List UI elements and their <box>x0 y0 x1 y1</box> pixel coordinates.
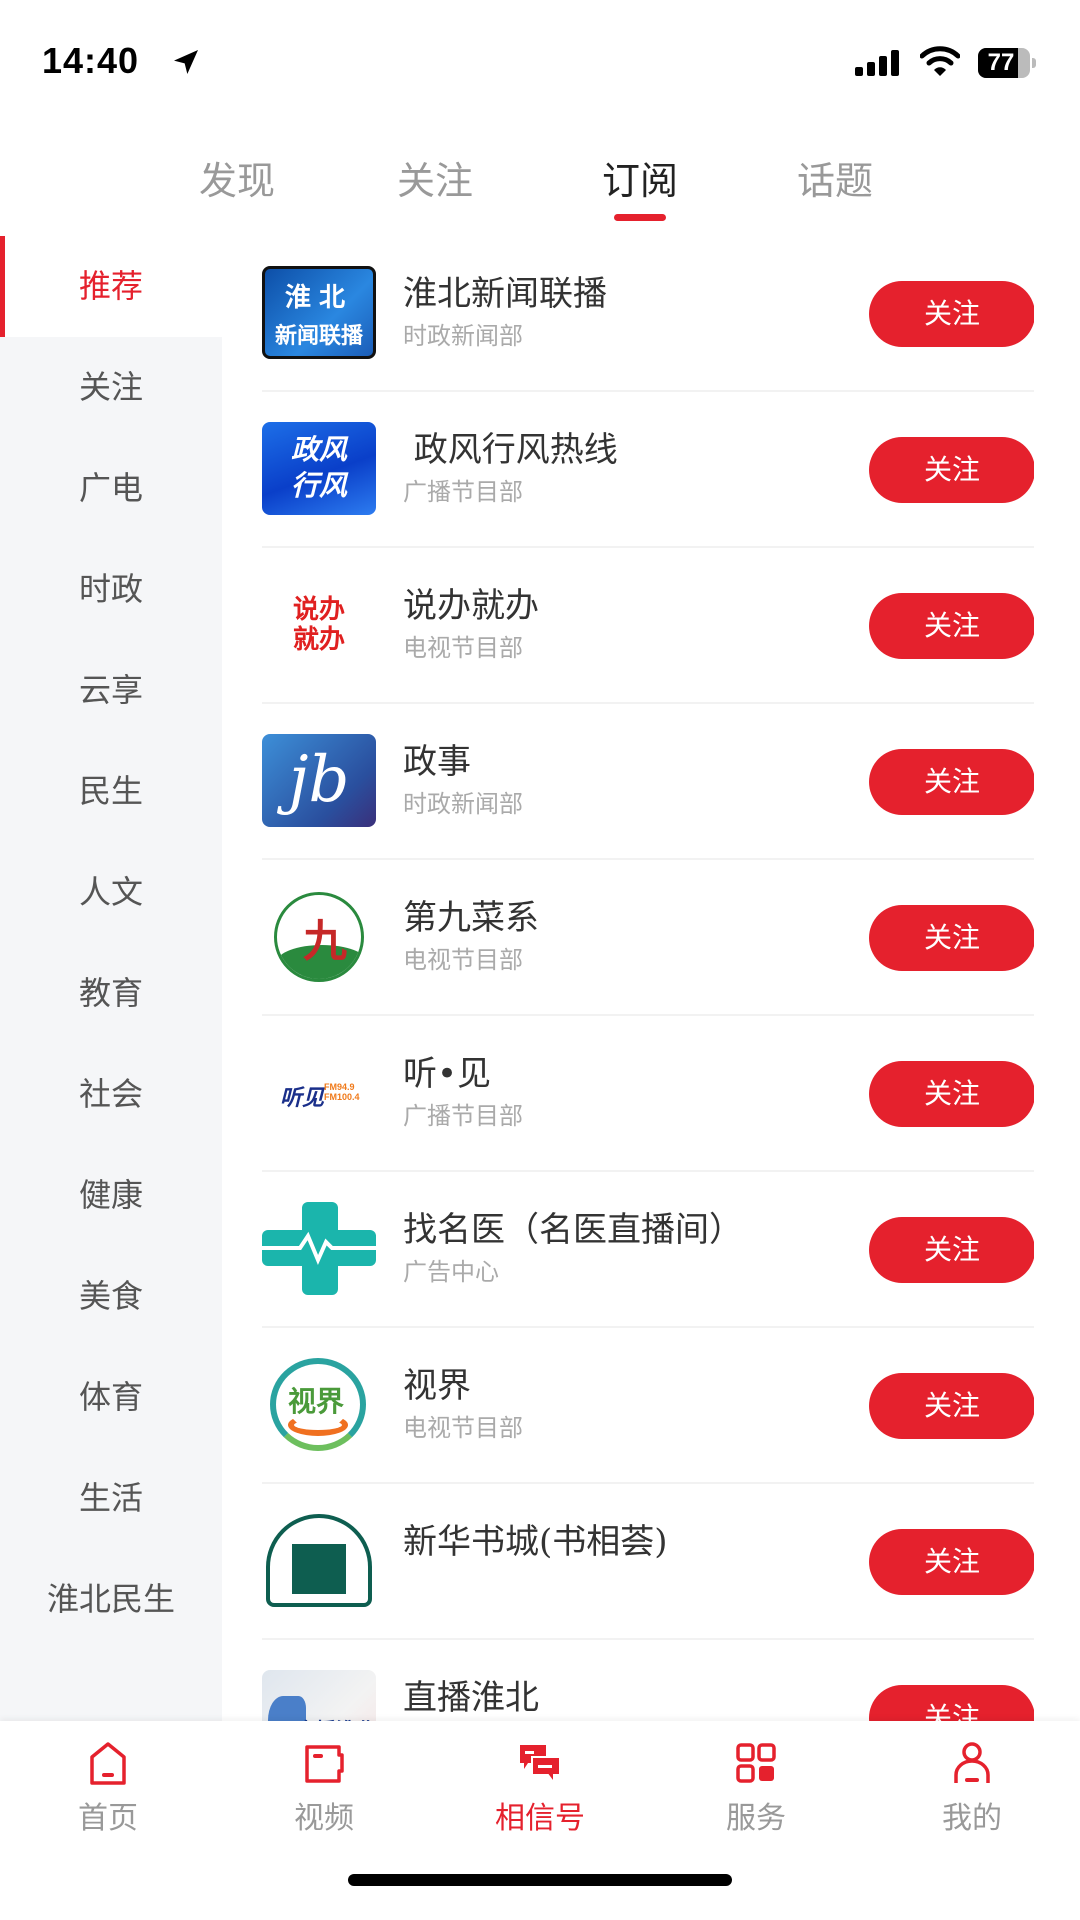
sidebar-item-following[interactable]: 关注 <box>0 337 222 438</box>
wifi-icon <box>920 46 960 76</box>
tabbar-services[interactable]: 服务 <box>648 1721 864 1841</box>
follow-button[interactable]: 关注 <box>869 437 1034 503</box>
follow-button[interactable]: 关注 <box>869 1061 1034 1127</box>
bottom-tab-bar: 首页 视频 相信号 服务 我的 <box>0 1721 1080 1920</box>
follow-button[interactable]: 关注 <box>869 1529 1034 1595</box>
account-department: 电视节目部 <box>403 946 523 974</box>
battery-indicator: 77 <box>978 48 1036 78</box>
follow-button[interactable]: 关注 <box>869 593 1034 659</box>
tabbar-video[interactable]: 视频 <box>216 1721 432 1841</box>
home-icon <box>90 1742 126 1785</box>
account-department: 广播节目部 <box>403 1102 523 1130</box>
follow-button[interactable]: 关注 <box>869 905 1034 971</box>
follow-button[interactable]: 关注 <box>869 281 1034 347</box>
account-department: 电视节目部 <box>403 1414 523 1442</box>
account-title: 说办就办 <box>403 586 539 626</box>
sidebar-item-life[interactable]: 生活 <box>0 1448 222 1549</box>
location-arrow-icon <box>174 50 198 74</box>
sidebar-item-cloud[interactable]: 云享 <box>0 640 222 741</box>
tabbar-home[interactable]: 首页 <box>0 1721 216 1841</box>
tab-discover[interactable]: 发现 <box>167 150 307 205</box>
follow-button[interactable]: 关注 <box>869 1685 1034 1721</box>
huaibei-news-logo: 淮北 新闻联播 <box>262 266 376 359</box>
tab-subscribe[interactable]: 订阅 <box>570 150 710 205</box>
account-title: 第九菜系 <box>403 898 539 938</box>
list-item[interactable]: 直播淮北 直播淮北 关注 <box>262 1640 1034 1721</box>
sidebar-item-humanities[interactable]: 人文 <box>0 842 222 943</box>
home-indicator[interactable] <box>348 1874 732 1886</box>
cellular-signal-icon <box>855 50 899 76</box>
list-item[interactable]: 新华书城(书相荟) 关注 <box>262 1484 1034 1640</box>
list-item[interactable]: 九 第九菜系 电视节目部 关注 <box>262 860 1034 1016</box>
account-list: 淮北 新闻联播 淮北新闻联播 时政新闻部 关注 政风 行风 政风行风热线 广播节… <box>262 236 1034 1721</box>
follow-button[interactable]: 关注 <box>869 1217 1034 1283</box>
account-department: 广播节目部 <box>403 478 523 506</box>
account-department: 时政新闻部 <box>403 322 523 350</box>
account-title: 直播淮北 <box>403 1678 539 1718</box>
account-title: 淮北新闻联播 <box>403 274 607 314</box>
account-title: 找名医（名医直播间） <box>403 1210 743 1250</box>
sidebar-item-education[interactable]: 教育 <box>0 943 222 1044</box>
shijie-logo: 视界 <box>262 1358 376 1451</box>
live-huaibei-logo: 直播淮北 <box>262 1670 376 1721</box>
xinhua-bookstore-logo <box>262 1514 376 1607</box>
zhengfeng-logo: 政风 行风 <box>262 422 376 515</box>
sidebar-item-huaibei-livelihood[interactable]: 淮北民生 <box>0 1549 222 1650</box>
chat-icon <box>520 1745 561 1785</box>
tabbar-me[interactable]: 我的 <box>864 1721 1080 1841</box>
sidebar-item-food[interactable]: 美食 <box>0 1246 222 1347</box>
account-title: 视界 <box>403 1366 471 1406</box>
top-tabs: 发现 关注 订阅 话题 <box>0 140 1080 230</box>
active-tab-indicator <box>614 214 666 221</box>
list-item[interactable]: 视界 视界 电视节目部 关注 <box>262 1328 1034 1484</box>
ninth-cuisine-logo: 九 <box>262 890 376 983</box>
sidebar-item-politics[interactable]: 时政 <box>0 539 222 640</box>
list-item[interactable]: jb 政事 时政新闻部 关注 <box>262 704 1034 860</box>
account-department: 广告中心 <box>403 1258 499 1286</box>
sidebar-item-sports[interactable]: 体育 <box>0 1347 222 1448</box>
sidebar-item-recommended[interactable]: 推荐 <box>0 236 222 337</box>
video-icon <box>305 1745 344 1783</box>
list-item[interactable]: 听见 FM94.9 FM100.4 听•见 广播节目部 关注 <box>262 1016 1034 1172</box>
sidebar-item-broadcast[interactable]: 广电 <box>0 438 222 539</box>
shuobanjiuban-logo: 说办 就办 <box>262 578 376 671</box>
account-title: 政风行风热线 <box>403 430 618 470</box>
tab-following[interactable]: 关注 <box>365 150 505 205</box>
category-sidebar: 推荐 关注 广电 时政 云享 民生 人文 教育 社会 健康 美食 体育 生活 淮… <box>0 236 222 1721</box>
account-title: 政事 <box>403 742 471 782</box>
sidebar-item-livelihood[interactable]: 民生 <box>0 741 222 842</box>
heartbeat-icon <box>262 1231 376 1266</box>
status-time: 14:40 <box>42 40 140 81</box>
list-item[interactable]: 找名医（名医直播间） 广告中心 关注 <box>262 1172 1034 1328</box>
sidebar-item-health[interactable]: 健康 <box>0 1145 222 1246</box>
medical-cross-logo <box>262 1202 376 1295</box>
user-icon <box>954 1742 990 1783</box>
tabbar-xiangxinhao[interactable]: 相信号 <box>432 1721 648 1841</box>
list-item[interactable]: 说办 就办 说办就办 电视节目部 关注 <box>262 548 1034 704</box>
follow-button[interactable]: 关注 <box>869 1373 1034 1439</box>
tingjian-logo: 听见 FM94.9 FM100.4 <box>262 1046 376 1139</box>
list-item[interactable]: 政风 行风 政风行风热线 广播节目部 关注 <box>262 392 1034 548</box>
list-item[interactable]: 淮北 新闻联播 淮北新闻联播 时政新闻部 关注 <box>262 236 1034 392</box>
account-title: 听•见 <box>403 1054 492 1094</box>
account-department: 电视节目部 <box>403 634 523 662</box>
sidebar-item-society[interactable]: 社会 <box>0 1044 222 1145</box>
account-title: 新华书城(书相荟) <box>403 1522 668 1562</box>
battery-level: 77 <box>987 49 1015 76</box>
status-bar: 14:40 77 <box>0 0 1080 110</box>
tab-topics[interactable]: 话题 <box>765 150 905 205</box>
follow-button[interactable]: 关注 <box>869 749 1034 815</box>
grid-icon <box>736 1743 776 1783</box>
zhengshi-logo: jb <box>262 734 376 827</box>
account-department: 时政新闻部 <box>403 790 523 818</box>
